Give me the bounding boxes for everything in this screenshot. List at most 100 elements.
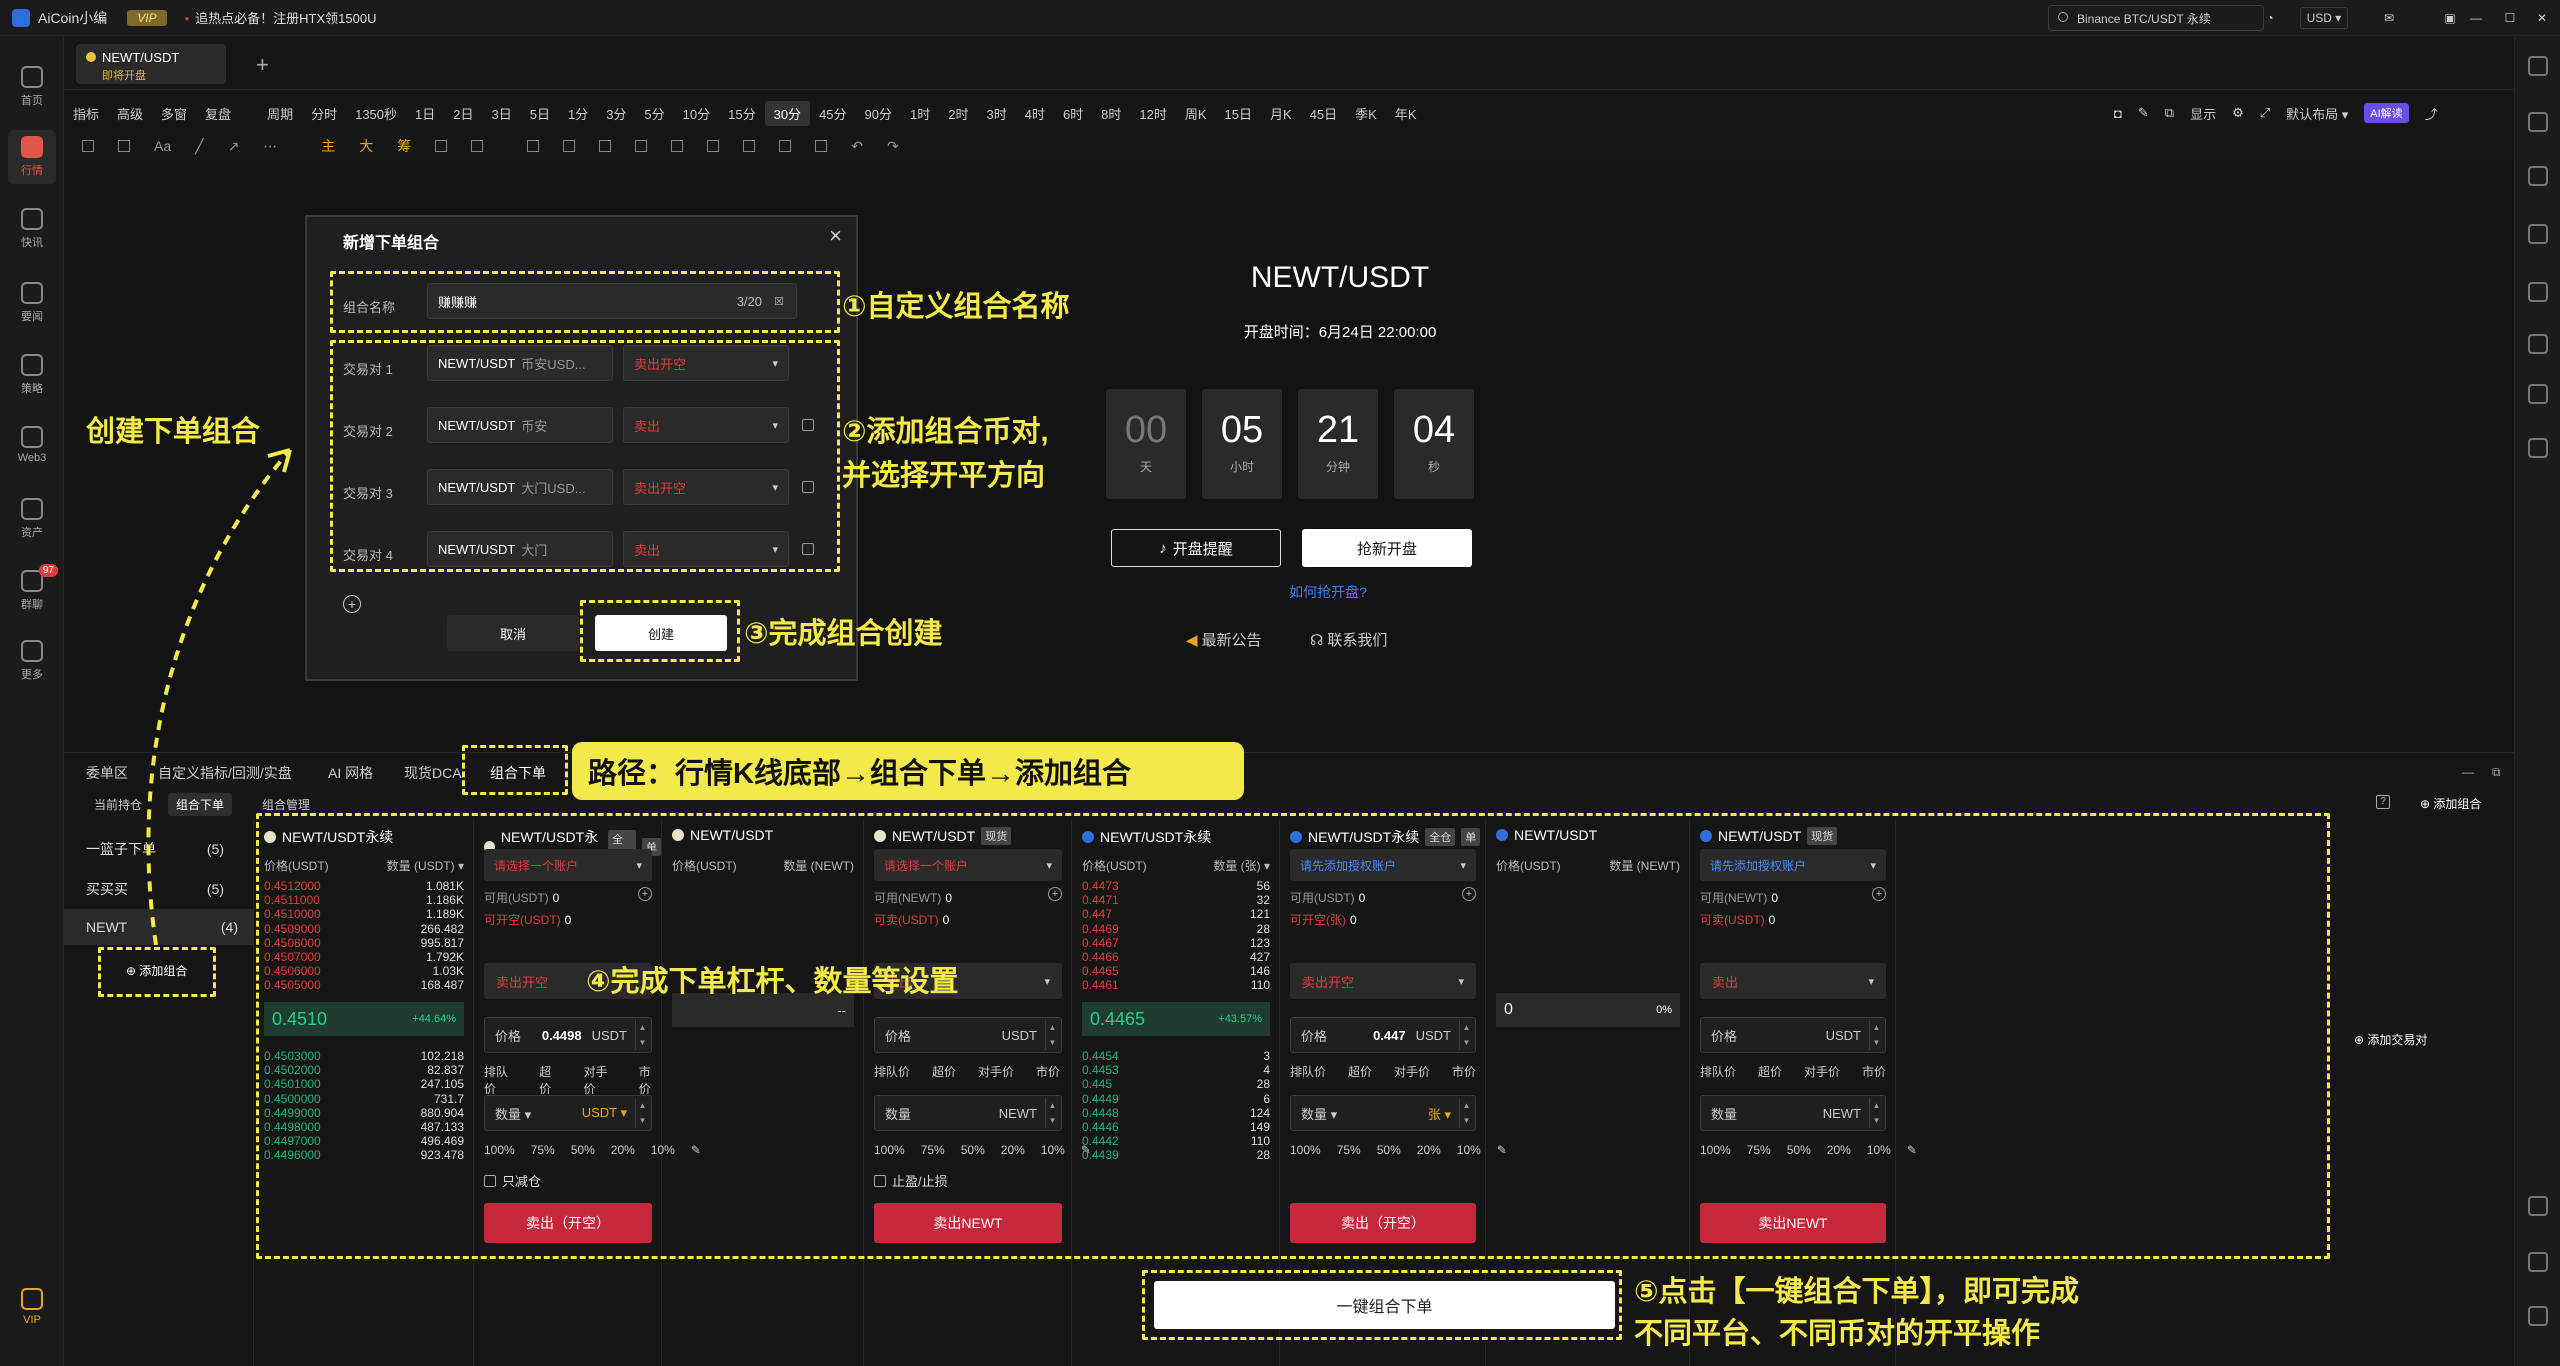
period-item[interactable]: 周K xyxy=(1176,101,1216,126)
share-window-icon[interactable]: ⧉ xyxy=(2165,105,2174,121)
collapse-panel-icon[interactable]: — xyxy=(2462,765,2474,779)
sidebar-item-strategy[interactable]: 策略 xyxy=(8,354,56,396)
camera-icon[interactable]: ◘ xyxy=(2114,106,2122,121)
expand-icon[interactable] xyxy=(2528,56,2548,76)
period-item[interactable]: 指标 xyxy=(64,101,108,126)
currency-select[interactable]: USD ▾ xyxy=(2300,7,2348,29)
chips-toggle[interactable]: 筹 xyxy=(397,136,411,156)
share-icon[interactable]: ⤴ xyxy=(2425,104,2438,123)
close-icon[interactable]: × xyxy=(829,223,842,249)
eye-icon[interactable] xyxy=(707,140,720,152)
list-icon[interactable] xyxy=(2528,112,2548,132)
period-item[interactable]: 30分 xyxy=(764,100,811,126)
sidebar-item-vip[interactable]: VIP xyxy=(8,1288,56,1326)
announcement-link[interactable]: ◀ 最新公告 xyxy=(1186,629,1262,650)
global-search[interactable]: Binance BTC/USDT 永续 xyxy=(2048,5,2264,31)
period-item[interactable]: 5分 xyxy=(635,101,673,126)
sidebar-item-flash[interactable]: 快讯 xyxy=(8,208,56,250)
add-pair-button[interactable]: ⊕ 添加交易对 xyxy=(2354,1031,2427,1048)
calc-icon[interactable] xyxy=(2528,224,2548,244)
support-icon[interactable] xyxy=(2528,1252,2548,1272)
close-window-icon[interactable]: ✕ xyxy=(2532,7,2552,29)
vip-badge[interactable]: VIP xyxy=(127,9,167,26)
sidebar-item-market[interactable]: 行情 xyxy=(8,130,56,184)
period-item[interactable]: 15日 xyxy=(1216,101,1261,126)
grab-listing-button[interactable]: 抢新开盘 xyxy=(1302,529,1472,567)
period-item[interactable]: 3时 xyxy=(977,101,1015,126)
layout-icon[interactable] xyxy=(2528,1196,2548,1216)
add-tab-icon[interactable]: + xyxy=(256,52,269,78)
popout-panel-icon[interactable]: ⧉ xyxy=(2492,765,2501,780)
sidebar-item-assets[interactable]: 资产 xyxy=(8,498,56,540)
period-item[interactable]: 1时 xyxy=(901,101,939,126)
rect-tool-icon[interactable] xyxy=(118,140,130,152)
sidebar-item-headlines[interactable]: 要闻 xyxy=(8,282,56,324)
period-item[interactable]: 多窗 xyxy=(152,101,196,126)
open-reminder-button[interactable]: ♪ 开盘提醒 xyxy=(1111,529,1281,567)
period-item[interactable]: 1分 xyxy=(559,101,597,126)
period-item[interactable]: 月K xyxy=(1261,101,1301,126)
period-item[interactable]: 6时 xyxy=(1054,101,1092,126)
period-item[interactable]: 复盘 xyxy=(196,101,240,126)
sidebar-item-more[interactable]: 更多 xyxy=(8,640,56,682)
period-item[interactable]: 10分 xyxy=(674,101,719,126)
period-item[interactable]: 8时 xyxy=(1092,101,1130,126)
tab-newt-usdt[interactable]: NEWT/USDT 即将开盘 xyxy=(76,44,226,84)
ray-tool-icon[interactable]: ↗ xyxy=(228,138,240,155)
order-icon[interactable] xyxy=(2528,166,2548,186)
notification-icon[interactable]: ◔ xyxy=(2260,7,2280,29)
pen-icon[interactable] xyxy=(563,140,576,152)
display-toggle[interactable]: 显示 xyxy=(2190,104,2216,123)
sidebar-item-home[interactable]: 首页 xyxy=(8,66,56,108)
news-ticker[interactable]: 追热点必备！注册HTX领1500U xyxy=(185,8,376,27)
period-item[interactable]: 1日 xyxy=(406,101,444,126)
sidebar-item-web3[interactable]: Web3 xyxy=(8,426,56,464)
line-tool-icon[interactable]: ╱ xyxy=(195,138,203,155)
pattern-icon[interactable] xyxy=(435,140,448,152)
alert-icon[interactable] xyxy=(471,140,484,152)
robot-face-icon[interactable] xyxy=(2528,1306,2548,1326)
fullscreen-icon[interactable]: ⤢ xyxy=(2260,105,2270,121)
period-item[interactable]: 高级 xyxy=(108,101,152,126)
undo-icon[interactable]: ↶ xyxy=(851,138,863,155)
how-to-grab-link[interactable]: 如何抢开盘? xyxy=(1088,582,1568,602)
period-item[interactable]: 季K xyxy=(1346,101,1386,126)
add-group-top-button[interactable]: ⊕ 添加组合 xyxy=(2420,795,2481,812)
layout-select[interactable]: 默认布局 ▾ xyxy=(2286,104,2348,123)
lock-icon[interactable] xyxy=(671,140,684,152)
magnet-icon[interactable] xyxy=(635,140,648,152)
big-order-toggle[interactable]: 大 xyxy=(359,136,373,156)
period-item[interactable]: 2时 xyxy=(939,101,977,126)
message-icon[interactable]: ✉ xyxy=(2378,7,2400,29)
settings-icon[interactable]: ⚙ xyxy=(2232,105,2244,121)
period-item[interactable]: 4时 xyxy=(1016,101,1054,126)
main-indicator-toggle[interactable]: 主 xyxy=(321,136,335,156)
trash-icon[interactable] xyxy=(815,140,828,152)
contact-link[interactable]: ☊ 联系我们 xyxy=(1310,629,1387,650)
period-item[interactable]: 周期 xyxy=(258,101,302,126)
sidebar-toggle-icon[interactable]: ▣ xyxy=(2440,7,2460,29)
gauge-icon[interactable] xyxy=(2528,438,2548,458)
tab-ai-grid[interactable]: AI 网格 xyxy=(328,763,373,783)
trend-icon[interactable] xyxy=(2528,282,2548,302)
period-item[interactable]: 5日 xyxy=(521,101,559,126)
tab-orders[interactable]: 委单区 xyxy=(86,763,128,783)
period-item[interactable]: 45日 xyxy=(1301,101,1346,126)
text-tool-icon[interactable]: Aa xyxy=(154,138,171,154)
sidebar-item-chat[interactable]: 群聊 97 xyxy=(8,564,58,612)
period-item[interactable]: 3分 xyxy=(597,101,635,126)
period-item[interactable]: 12时 xyxy=(1130,101,1175,126)
crop-icon[interactable] xyxy=(527,140,540,152)
monitor-icon[interactable] xyxy=(2528,334,2548,354)
add-pair-icon[interactable]: + xyxy=(343,595,361,613)
period-item[interactable]: 3日 xyxy=(482,101,520,126)
period-item[interactable]: 1350秒 xyxy=(346,101,406,126)
card-icon[interactable] xyxy=(2528,384,2548,404)
period-item[interactable]: 90分 xyxy=(856,101,901,126)
minimize-icon[interactable]: — xyxy=(2466,7,2486,29)
measure-icon[interactable] xyxy=(599,140,612,152)
more-tools-icon[interactable]: ⋯ xyxy=(263,138,277,155)
period-item[interactable]: 分时 xyxy=(302,101,346,126)
edit-icon[interactable]: ✎ xyxy=(2138,105,2149,121)
period-item[interactable]: 15分 xyxy=(719,101,764,126)
